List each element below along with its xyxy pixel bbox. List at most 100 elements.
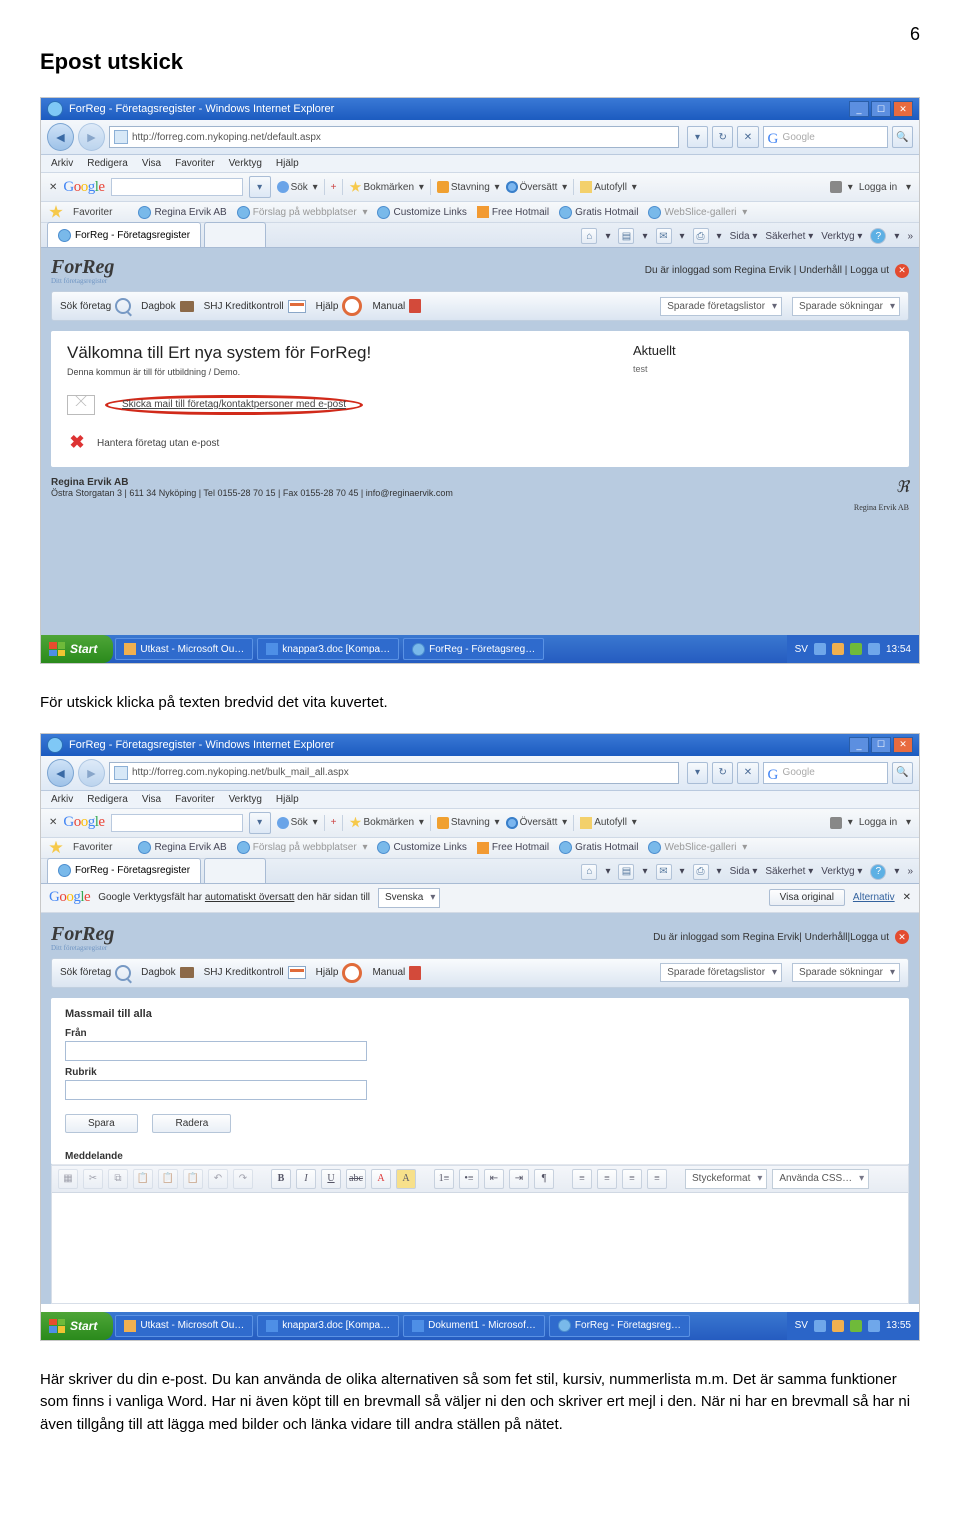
print-button[interactable]: ⎙ <box>693 864 709 880</box>
minimize-button[interactable]: _ <box>849 101 869 117</box>
fav-link[interactable]: Free Hotmail <box>477 206 549 218</box>
saved-search-dropdown[interactable]: Sparade sökningar <box>792 963 900 982</box>
tray-icon[interactable] <box>832 643 844 655</box>
stop-button[interactable]: ✕ <box>737 126 758 148</box>
ed-quote-button[interactable]: ¶ <box>534 1169 554 1189</box>
nav-help[interactable]: Hjälp <box>316 963 363 983</box>
fav-link[interactable]: Gratis Hotmail <box>559 206 638 219</box>
tray-icon[interactable] <box>814 643 826 655</box>
safety-menu[interactable]: Säkerhet ▾ <box>765 231 813 242</box>
close-toolbar-button[interactable]: ✕ <box>49 817 57 828</box>
close-button[interactable]: ✕ <box>893 101 913 117</box>
fav-link[interactable]: Förslag på webbplatser ▾ <box>237 841 368 854</box>
menu-arkiv[interactable]: Arkiv <box>51 158 73 169</box>
browser-tab[interactable]: ForReg - Företagsregister <box>47 858 201 883</box>
send-mail-row[interactable]: Skicka mail till företag/kontaktpersoner… <box>67 395 613 415</box>
login-button[interactable]: Logga in <box>859 817 897 828</box>
menu-verktyg[interactable]: Verktyg <box>229 158 262 169</box>
ed-source-button[interactable]: ▦ <box>58 1169 78 1189</box>
manage-no-email-row[interactable]: ✖ Hantera företag utan e-post <box>67 433 613 453</box>
new-tab-button[interactable] <box>204 858 266 883</box>
forward-button[interactable]: ► <box>78 123 105 151</box>
ed-italic-button[interactable]: I <box>296 1169 316 1189</box>
nav-credit[interactable]: SHJ Kreditkontroll <box>204 300 306 313</box>
fav-link[interactable]: Customize Links <box>377 841 466 854</box>
menu-visa[interactable]: Visa <box>142 158 161 169</box>
nav-manual[interactable]: Manual <box>372 299 421 313</box>
new-tab-button[interactable] <box>204 222 266 247</box>
menu-verktyg[interactable]: Verktyg <box>229 794 262 805</box>
taskbar-item[interactable]: Utkast - Microsoft Ou… <box>115 638 253 660</box>
ed-paste-text-button[interactable]: 📋 <box>158 1169 178 1189</box>
ed-undo-button[interactable]: ↶ <box>208 1169 228 1189</box>
back-button[interactable]: ◄ <box>47 123 74 151</box>
favorites-label[interactable]: Favoriter <box>73 207 112 218</box>
saved-lists-dropdown[interactable]: Sparade företagslistor <box>660 297 782 316</box>
gt-language-select[interactable]: Svenska <box>378 888 440 908</box>
ed-align-left-button[interactable]: ≡ <box>572 1169 592 1189</box>
ed-paste-button[interactable]: 📋 <box>133 1169 153 1189</box>
fav-link[interactable]: Regina Ervik AB <box>138 841 226 854</box>
from-input[interactable] <box>65 1041 367 1061</box>
ed-indent-button[interactable]: ⇥ <box>509 1169 529 1189</box>
browser-tab[interactable]: ForReg - Företagsregister <box>47 222 201 247</box>
translate-button[interactable]: Översätt ▾ <box>506 817 568 829</box>
delete-button[interactable]: Radera <box>152 1114 231 1133</box>
fav-link[interactable]: Gratis Hotmail <box>559 841 638 854</box>
logout-icon[interactable]: ✕ <box>895 264 909 278</box>
ed-ol-button[interactable]: 1≡ <box>434 1169 454 1189</box>
autofill-button[interactable]: Autofyll ▾ <box>580 817 637 829</box>
start-button[interactable]: Start <box>41 1312 113 1340</box>
language-indicator[interactable]: SV <box>795 644 808 655</box>
ed-cut-button[interactable]: ✂ <box>83 1169 103 1189</box>
nav-diary[interactable]: Dagbok <box>141 301 193 312</box>
ed-outdent-button[interactable]: ⇤ <box>484 1169 504 1189</box>
spelling-button[interactable]: Stavning ▾ <box>437 817 500 829</box>
google-search-button[interactable]: Sök ▾ <box>277 817 318 829</box>
favorites-icon[interactable] <box>49 205 63 219</box>
fav-link[interactable]: Free Hotmail <box>477 842 549 854</box>
start-button[interactable]: Start <box>41 635 113 663</box>
login-button[interactable]: Logga in <box>859 182 897 193</box>
stop-button[interactable]: ✕ <box>737 762 758 784</box>
spelling-button[interactable]: Stavning ▾ <box>437 181 500 193</box>
logout-icon[interactable]: ✕ <box>895 930 909 944</box>
menu-favoriter[interactable]: Favoriter <box>175 158 214 169</box>
mail-button[interactable]: ✉ <box>656 228 672 244</box>
ed-textcolor-button[interactable]: A <box>371 1169 391 1189</box>
mail-button[interactable]: ✉ <box>656 864 672 880</box>
nav-help[interactable]: Hjälp <box>316 296 363 316</box>
google-search-dropdown[interactable]: ▾ <box>249 176 271 198</box>
fav-link[interactable]: Regina Ervik AB <box>138 206 226 219</box>
ed-bgcolor-button[interactable]: A <box>396 1169 416 1189</box>
ed-underline-button[interactable]: U <box>321 1169 341 1189</box>
language-indicator[interactable]: SV <box>795 1320 808 1331</box>
editor-textarea[interactable] <box>52 1193 908 1303</box>
go-button[interactable]: ▾ <box>687 126 708 148</box>
tray-icon[interactable] <box>868 643 880 655</box>
help-button[interactable]: ? <box>870 864 886 880</box>
favorites-icon[interactable] <box>49 841 63 855</box>
fav-link[interactable]: WebSlice-galleri ▾ <box>648 841 747 854</box>
minimize-button[interactable]: _ <box>849 737 869 753</box>
feeds-button[interactable]: ▤ <box>618 228 634 244</box>
ed-align-right-button[interactable]: ≡ <box>622 1169 642 1189</box>
address-input[interactable]: http://forreg.com.nykoping.net/bulk_mail… <box>109 762 679 784</box>
google-search-dropdown[interactable]: ▾ <box>249 812 271 834</box>
page-menu[interactable]: Sida ▾ <box>730 231 758 242</box>
favorites-label[interactable]: Favoriter <box>73 842 112 853</box>
menu-visa[interactable]: Visa <box>142 794 161 805</box>
ed-copy-button[interactable]: ⧉ <box>108 1169 128 1189</box>
nav-manual[interactable]: Manual <box>372 966 421 980</box>
taskbar-item[interactable]: knappar3.doc [Kompa… <box>257 1315 399 1337</box>
refresh-button[interactable]: ↻ <box>712 762 733 784</box>
fav-link[interactable]: WebSlice-galleri ▾ <box>648 206 747 219</box>
bookmarks-button[interactable]: Bokmärken ▾ <box>349 817 423 829</box>
google-plus-button[interactable]: + <box>331 817 337 828</box>
gt-close-button[interactable]: ✕ <box>903 892 911 903</box>
ed-redo-button[interactable]: ↷ <box>233 1169 253 1189</box>
forward-button[interactable]: ► <box>78 759 105 787</box>
taskbar-item[interactable]: ForReg - Företagsreg… <box>549 1315 690 1337</box>
google-search-input[interactable] <box>111 814 243 832</box>
ed-align-justify-button[interactable]: ≡ <box>647 1169 667 1189</box>
